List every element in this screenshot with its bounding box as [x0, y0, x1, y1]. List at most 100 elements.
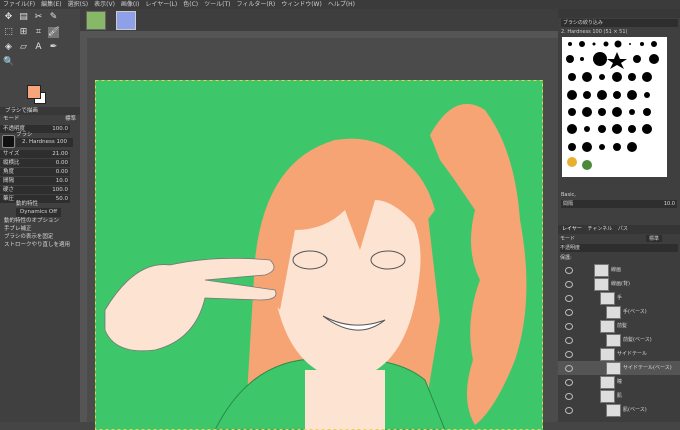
spacing-slider[interactable]: 間隔 10.0 [0, 177, 70, 185]
menu-filters[interactable]: フィルター(R) [233, 0, 278, 9]
menu-bar: ファイル(F) 編集(E) 選択(S) 表示(V) 画像(I) レイヤー(L) 色(C) ツー… [0, 0, 680, 9]
brush-filter-input[interactable]: ブラシの絞り込み [561, 19, 678, 27]
tab-paths[interactable]: パス [618, 226, 628, 232]
force-label: 筆圧 [3, 196, 15, 202]
stabilize-option[interactable]: 手ブレ補正 [0, 225, 80, 233]
right-dock: ブラシの絞り込み 2. Hardness 100 (51 × 51) Basic… [558, 9, 680, 422]
layer-row[interactable]: 前髪(ベース) [558, 333, 680, 347]
image-tab-2[interactable] [116, 11, 136, 30]
layer-row[interactable]: 瞳 [558, 375, 680, 389]
layer-row[interactable]: 前髪 [558, 319, 680, 333]
zoom-tool-icon[interactable]: 🔍 [3, 57, 14, 68]
aspect-slider[interactable]: 縦横比 0.00 [0, 159, 70, 167]
visibility-eye-icon[interactable] [565, 337, 573, 344]
layers-tabs: レイヤー チャンネル パス [558, 225, 680, 234]
visibility-eye-icon[interactable] [565, 295, 573, 302]
dynamics-row: 動的特性 Dynamics Off [0, 201, 80, 217]
lock-brush-option[interactable]: ブラシの表示を固定 [0, 233, 80, 241]
visibility-eye-icon[interactable] [565, 267, 573, 274]
dock-tabs [558, 9, 680, 18]
visibility-eye-icon[interactable] [565, 393, 573, 400]
rect-select-icon[interactable]: ⬚ [3, 27, 14, 38]
angle-slider[interactable]: 角度 0.00 [0, 168, 70, 176]
paths-tool-icon[interactable]: ✎ [48, 12, 59, 23]
hardness-label: 硬さ [3, 187, 15, 193]
current-brush-label: 2. Hardness 100 (51 × 51) [561, 29, 628, 35]
visibility-eye-icon[interactable] [565, 365, 573, 372]
redo-stroke-option[interactable]: ストロークやり直しを適用 [0, 241, 80, 249]
layer-row[interactable]: 肌(ベース) [558, 403, 680, 417]
layer-thumbnail [606, 306, 621, 319]
menu-select[interactable]: 選択(S) [65, 0, 92, 9]
angle-value: 0.00 [55, 169, 68, 175]
canvas-area[interactable] [80, 31, 558, 430]
spacing-label: 間隔 [3, 178, 15, 184]
tool-options-title: ブラシで描画 [0, 107, 80, 115]
tab-channels[interactable]: チャンネル [587, 226, 612, 232]
layer-name: 前髪(ベース) [623, 337, 652, 343]
menu-colors[interactable]: 色(C) [180, 0, 201, 9]
toolbox: ✥ ▤ ✂ ✎ ⬚ ⊞ ⌗ 🖌 ◈ ▱ A ✒ 🔍 [0, 9, 80, 107]
layers-panel: レイヤー チャンネル パス モード 標準 不透明度 保護: 線画 線画(背) 手手(… [558, 225, 680, 422]
image-tab-1[interactable] [86, 11, 106, 30]
dynamics-select[interactable]: Dynamics Off [16, 208, 61, 217]
layer-name: 前髪 [617, 323, 628, 329]
layer-row[interactable]: 線画(背) [558, 277, 680, 291]
foreground-color-swatch[interactable] [27, 85, 41, 99]
angle-label: 角度 [3, 169, 15, 175]
menu-file[interactable]: ファイル(F) [0, 0, 38, 9]
layer-row[interactable]: 線画 [558, 263, 680, 277]
hardness-slider[interactable]: 硬さ 100.0 [0, 186, 70, 194]
layer-name: 肌 [617, 393, 623, 399]
layer-name: 瞳 [617, 379, 623, 385]
brush-presets: Basic, 間隔 10.0 [561, 192, 677, 208]
mode-row: モード 標準 [0, 115, 80, 124]
visibility-eye-icon[interactable] [565, 323, 573, 330]
brush-spacing-value: 10.0 [663, 201, 675, 207]
visibility-eye-icon[interactable] [565, 407, 573, 414]
transform-tool-icon[interactable]: ⊞ [18, 27, 29, 38]
layer-row[interactable]: 手 [558, 291, 680, 305]
brush-grid[interactable] [562, 37, 667, 177]
menu-tools[interactable]: ツール(T) [201, 0, 233, 9]
scissors-tool-icon[interactable]: ✂ [33, 12, 44, 23]
tab-layers[interactable]: レイヤー [562, 226, 582, 232]
align-tool-icon[interactable]: ▤ [18, 12, 29, 23]
layer-row[interactable]: 手(ベース) [558, 305, 680, 319]
size-slider[interactable]: サイズ 21.00 [0, 150, 70, 158]
brush-name[interactable]: 2. Hardness 100 [16, 138, 74, 147]
picker-tool-icon[interactable]: ✒ [48, 42, 59, 53]
dynamics-options-toggle[interactable]: 動的特性のオプション [0, 217, 80, 225]
menu-windows[interactable]: ウィンドウ(W) [278, 0, 325, 9]
layers-opacity-slider[interactable]: 不透明度 [560, 244, 678, 252]
menu-view[interactable]: 表示(V) [91, 0, 118, 9]
layer-row[interactable]: サイドテール [558, 347, 680, 361]
bucket-tool-icon[interactable]: ◈ [3, 42, 14, 53]
brush-preview-icon[interactable] [2, 135, 15, 148]
visibility-eye-icon[interactable] [565, 281, 573, 288]
brush-spacing-slider[interactable]: 間隔 10.0 [561, 200, 677, 208]
move-tool-icon[interactable]: ✥ [3, 12, 14, 23]
visibility-eye-icon[interactable] [565, 379, 573, 386]
layers-mode-select[interactable]: 標準 [645, 235, 662, 242]
visibility-eye-icon[interactable] [565, 351, 573, 358]
layers-opacity-label: 不透明度 [560, 245, 581, 251]
layer-row[interactable]: サイドテール(ベース) [558, 361, 680, 375]
menu-help[interactable]: ヘルプ(H) [325, 0, 358, 9]
text-tool-icon[interactable]: A [33, 42, 44, 53]
canvas-artwork[interactable] [95, 80, 543, 430]
menu-image[interactable]: 画像(I) [118, 0, 142, 9]
opacity-slider[interactable]: 不透明度 100.0 [0, 125, 70, 133]
crop-tool-icon[interactable]: ⌗ [33, 27, 44, 38]
brush-row: ブラシ 2. Hardness 100 [0, 132, 80, 149]
layer-thumbnail [600, 348, 615, 361]
menu-layer[interactable]: レイヤー(L) [142, 0, 180, 9]
eraser-tool-icon[interactable]: ▱ [18, 42, 29, 53]
spacing-value: 10.0 [55, 178, 68, 184]
visibility-eye-icon[interactable] [565, 309, 573, 316]
mode-select[interactable]: 標準 [65, 115, 76, 124]
menu-edit[interactable]: 編集(E) [38, 0, 64, 9]
aspect-label: 縦横比 [3, 160, 20, 166]
layer-row[interactable]: 肌 [558, 389, 680, 403]
brush-tool-icon[interactable]: 🖌 [48, 27, 59, 38]
